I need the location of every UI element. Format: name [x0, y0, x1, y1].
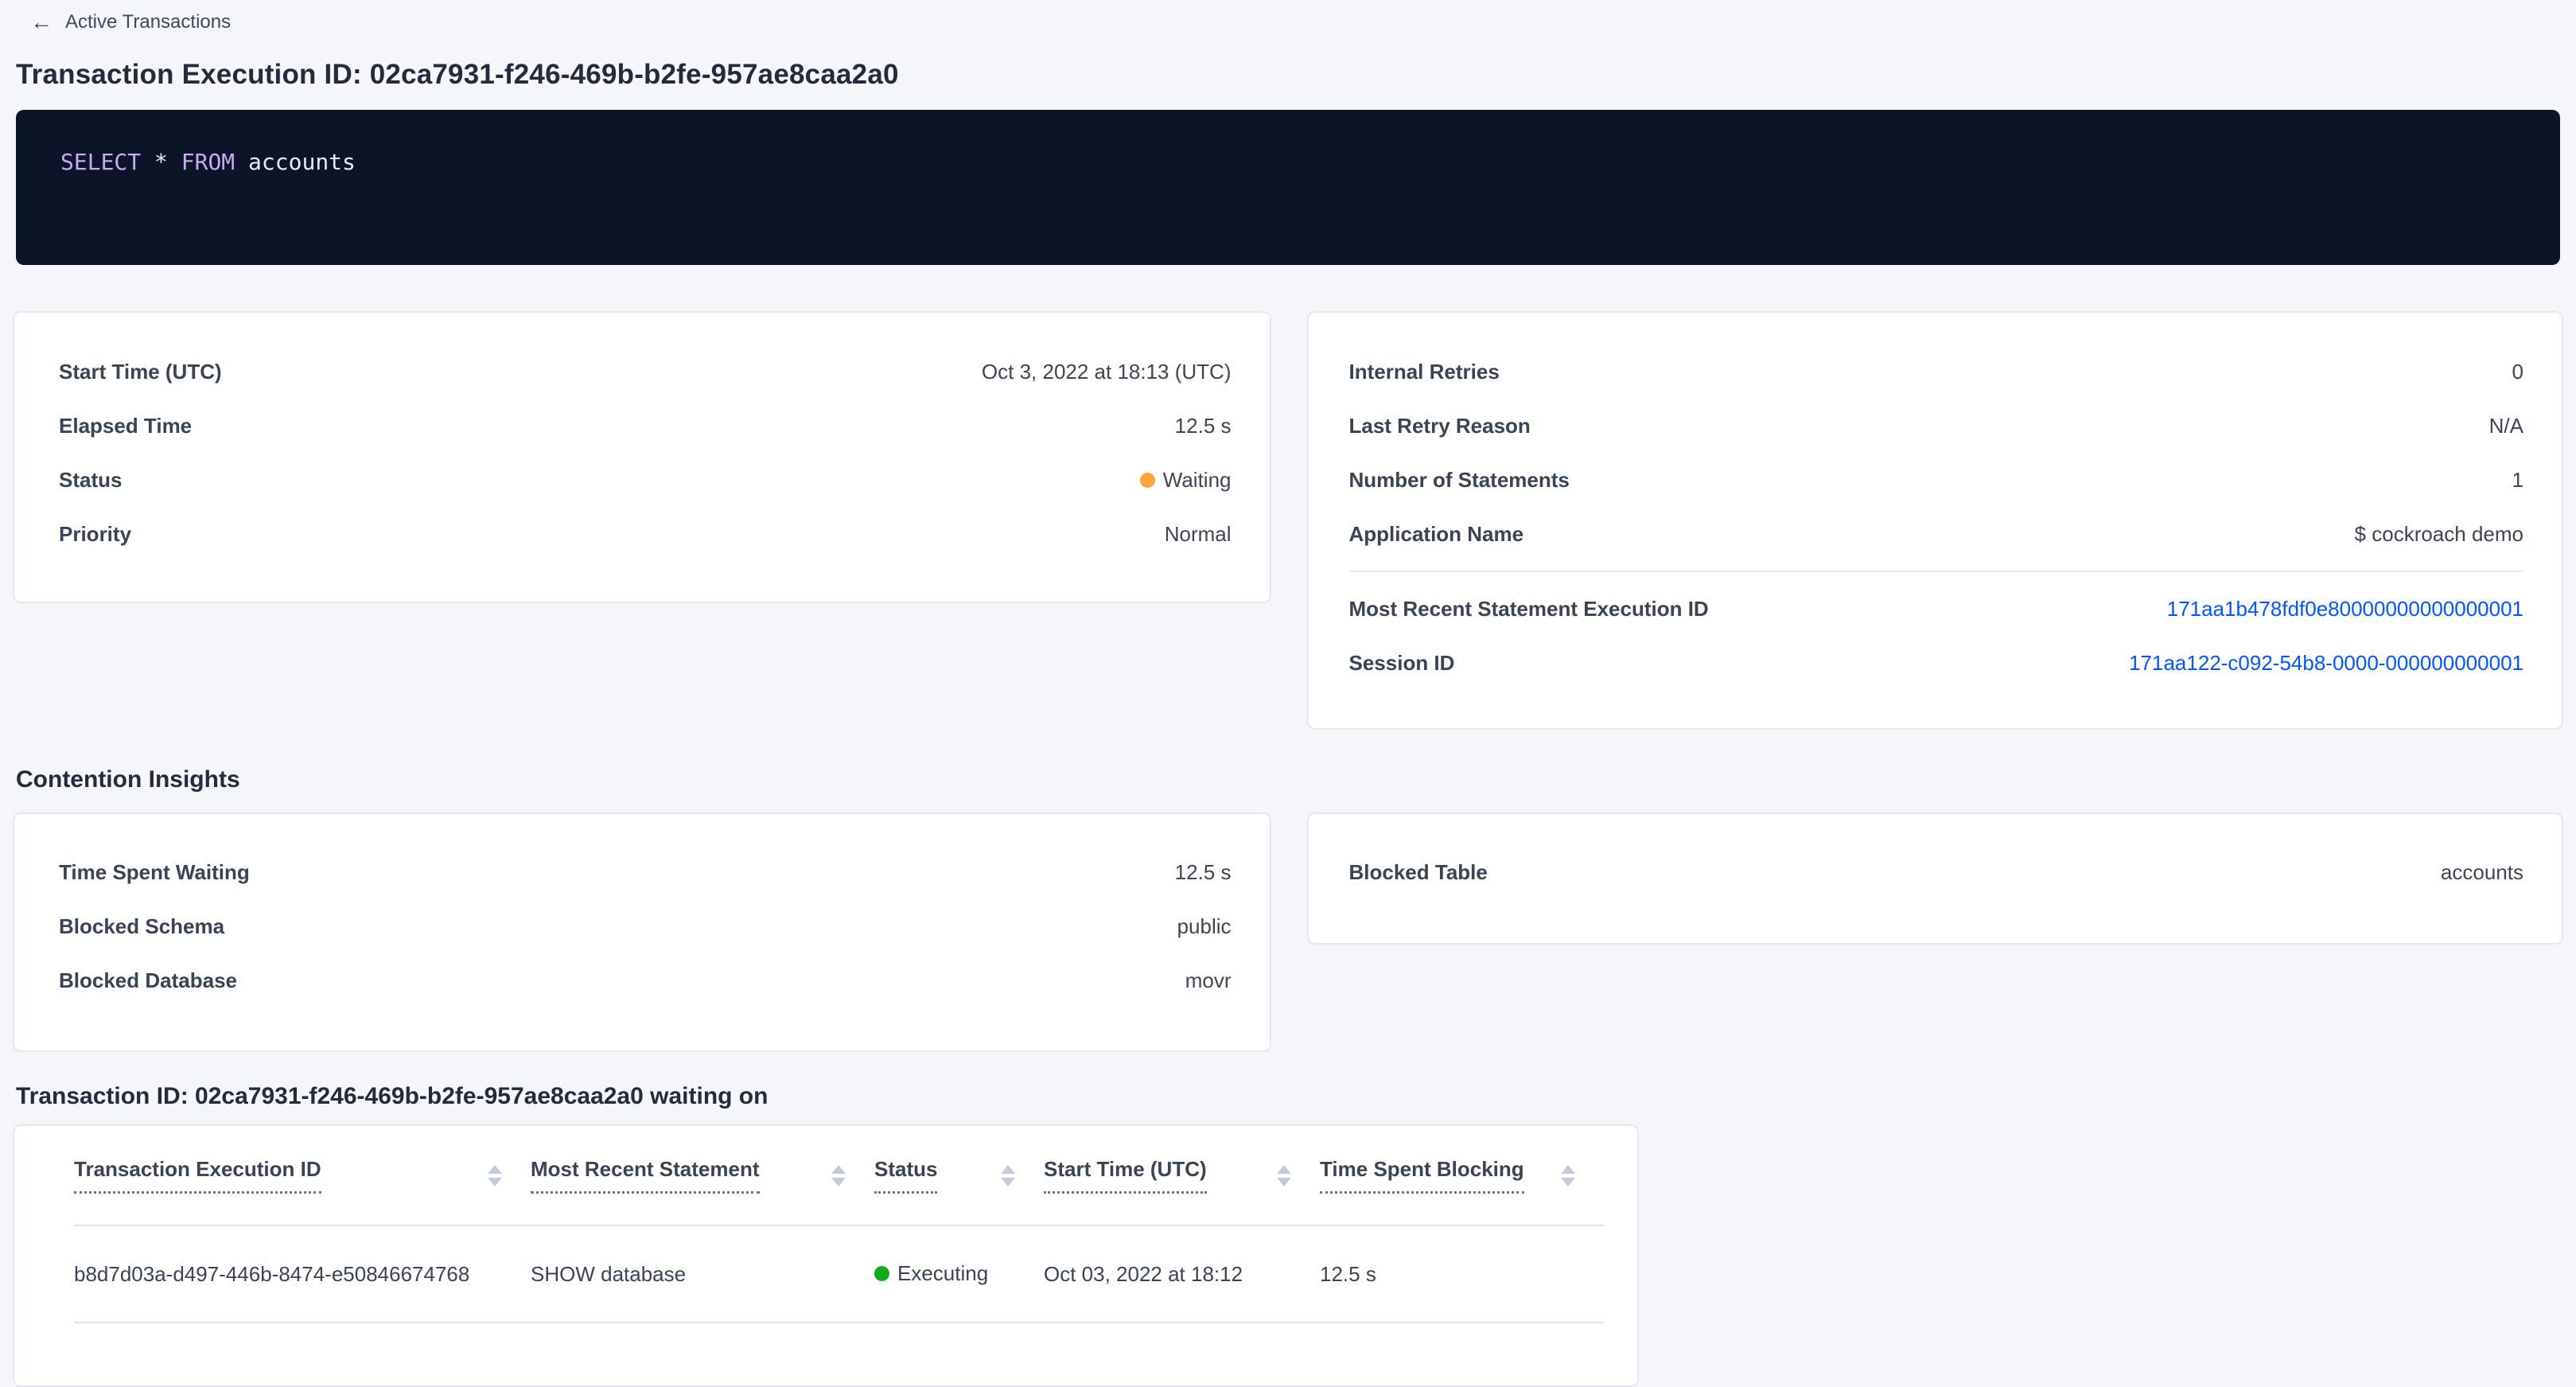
row-label: Most Recent Statement Execution ID [1349, 597, 1709, 621]
blocked-database-value: movr [1185, 968, 1232, 993]
summary-row: Last Retry Reason N/A [1349, 399, 2524, 453]
status-waiting-dot-icon [1140, 473, 1155, 488]
contention-row: Blocked Database movr [59, 953, 1232, 1007]
row-label: Blocked Schema [59, 914, 224, 939]
row-label: Priority [59, 522, 131, 547]
summary-row: Session ID 171aa122-c092-54b8-0000-00000… [1349, 636, 2524, 690]
row-label: Elapsed Time [59, 414, 192, 438]
status-badge: Waiting [1140, 468, 1232, 493]
column-header-most-recent-statement[interactable]: Most Recent Statement [531, 1126, 874, 1225]
start-time-value: Oct 3, 2022 at 18:13 (UTC) [982, 360, 1232, 384]
priority-value: Normal [1165, 522, 1232, 547]
summary-row: Status Waiting [59, 453, 1232, 507]
elapsed-time-value: 12.5 s [1175, 414, 1232, 438]
sort-arrows-icon[interactable] [831, 1165, 846, 1186]
summary-row: Start Time (UTC) Oct 3, 2022 at 18:13 (U… [59, 345, 1232, 399]
column-header-label: Start Time (UTC) [1044, 1157, 1207, 1194]
contention-row: Blocked Table accounts [1349, 845, 2524, 899]
row-label: Blocked Database [59, 968, 237, 993]
sql-text: * [141, 149, 181, 175]
table-row: b8d7d03a-d497-446b-8474-e50846674768 SHO… [74, 1225, 1604, 1323]
row-label: Blocked Table [1349, 860, 1488, 885]
contention-row: Time Spent Waiting 12.5 s [59, 845, 1232, 899]
summary-cards-row: Start Time (UTC) Oct 3, 2022 at 18:13 (U… [13, 311, 2563, 730]
row-label: Start Time (UTC) [59, 360, 222, 384]
column-header-time-spent-blocking[interactable]: Time Spent Blocking [1320, 1126, 1604, 1225]
waiting-on-heading: Transaction ID: 02ca7931-f246-469b-b2fe-… [16, 1083, 2576, 1110]
row-label: Time Spent Waiting [59, 860, 250, 885]
table-header-row: Transaction Execution ID Most Recent Sta… [74, 1126, 1604, 1225]
column-header-label: Status [874, 1157, 937, 1194]
row-label: Internal Retries [1349, 360, 1500, 384]
column-header-start-time[interactable]: Start Time (UTC) [1044, 1126, 1320, 1225]
transaction-summary-card: Start Time (UTC) Oct 3, 2022 at 18:13 (U… [13, 311, 1271, 603]
last-retry-reason-value: N/A [2489, 414, 2523, 438]
contention-insights-heading: Contention Insights [16, 766, 2576, 793]
sql-keyword: SELECT [60, 149, 141, 175]
summary-row: Priority Normal [59, 507, 1232, 561]
time-spent-waiting-value: 12.5 s [1175, 860, 1232, 885]
cell-status: Executing [874, 1225, 1044, 1323]
column-header-label: Time Spent Blocking [1320, 1157, 1524, 1194]
contention-cards-row: Time Spent Waiting 12.5 s Blocked Schema… [13, 812, 2563, 1052]
session-id-link[interactable]: 171aa122-c092-54b8-0000-000000000001 [2129, 651, 2523, 676]
cell-time-spent-blocking: 12.5 s [1320, 1225, 1604, 1323]
sql-statement-box: SELECT * FROM accounts [16, 110, 2560, 265]
contention-row: Blocked Schema public [59, 899, 1232, 953]
status-executing-dot-icon [874, 1266, 889, 1281]
summary-row: Number of Statements 1 [1349, 453, 2524, 507]
status-value: Executing [897, 1261, 988, 1286]
cell-transaction-execution-id: b8d7d03a-d497-446b-8474-e50846674768 [74, 1225, 531, 1323]
execution-details-card: Internal Retries 0 Last Retry Reason N/A… [1307, 311, 2564, 730]
contention-details-card: Time Spent Waiting 12.5 s Blocked Schema… [13, 812, 1271, 1052]
sql-text: accounts [235, 149, 356, 175]
application-name-value: $ cockroach demo [2355, 522, 2523, 547]
card-divider [1349, 571, 2524, 572]
waiting-on-table: Transaction Execution ID Most Recent Sta… [74, 1126, 1604, 1323]
summary-row: Application Name $ cockroach demo [1349, 507, 2524, 561]
sort-arrows-icon[interactable] [1277, 1165, 1291, 1186]
sort-arrows-icon[interactable] [488, 1165, 502, 1186]
row-label: Session ID [1349, 651, 1455, 676]
sort-arrows-icon[interactable] [1001, 1165, 1015, 1186]
column-header-transaction-execution-id[interactable]: Transaction Execution ID [74, 1126, 531, 1225]
blocked-schema-value: public [1177, 914, 1232, 939]
column-header-status[interactable]: Status [874, 1126, 1044, 1225]
blocked-table-value: accounts [2441, 860, 2523, 885]
summary-row: Most Recent Statement Execution ID 171aa… [1349, 582, 2524, 636]
row-label: Status [59, 468, 122, 493]
row-label: Last Retry Reason [1349, 414, 1531, 438]
sql-keyword: FROM [181, 149, 235, 175]
row-label: Number of Statements [1349, 468, 1570, 493]
column-header-label: Most Recent Statement [531, 1157, 760, 1194]
breadcrumb-back-link[interactable]: ← Active Transactions [30, 11, 231, 33]
breadcrumb-label: Active Transactions [65, 11, 231, 33]
status-value: Waiting [1163, 468, 1232, 493]
summary-row: Elapsed Time 12.5 s [59, 399, 1232, 453]
arrow-left-icon: ← [30, 11, 53, 33]
statement-execution-id-link[interactable]: 171aa1b478fdf0e80000000000000001 [2167, 597, 2523, 621]
summary-row: Internal Retries 0 [1349, 345, 2524, 399]
column-header-label: Transaction Execution ID [74, 1157, 321, 1194]
page-title: Transaction Execution ID: 02ca7931-f246-… [16, 59, 2576, 91]
cell-start-time: Oct 03, 2022 at 18:12 [1044, 1225, 1320, 1323]
row-label: Application Name [1349, 522, 1524, 547]
blocked-table-card: Blocked Table accounts [1307, 812, 2564, 945]
sort-arrows-icon[interactable] [1561, 1165, 1575, 1186]
internal-retries-value: 0 [2512, 360, 2523, 384]
statement-count-value: 1 [2512, 468, 2523, 493]
waiting-on-table-card: Transaction Execution ID Most Recent Sta… [13, 1124, 1639, 1387]
cell-most-recent-statement: SHOW database [531, 1225, 874, 1323]
